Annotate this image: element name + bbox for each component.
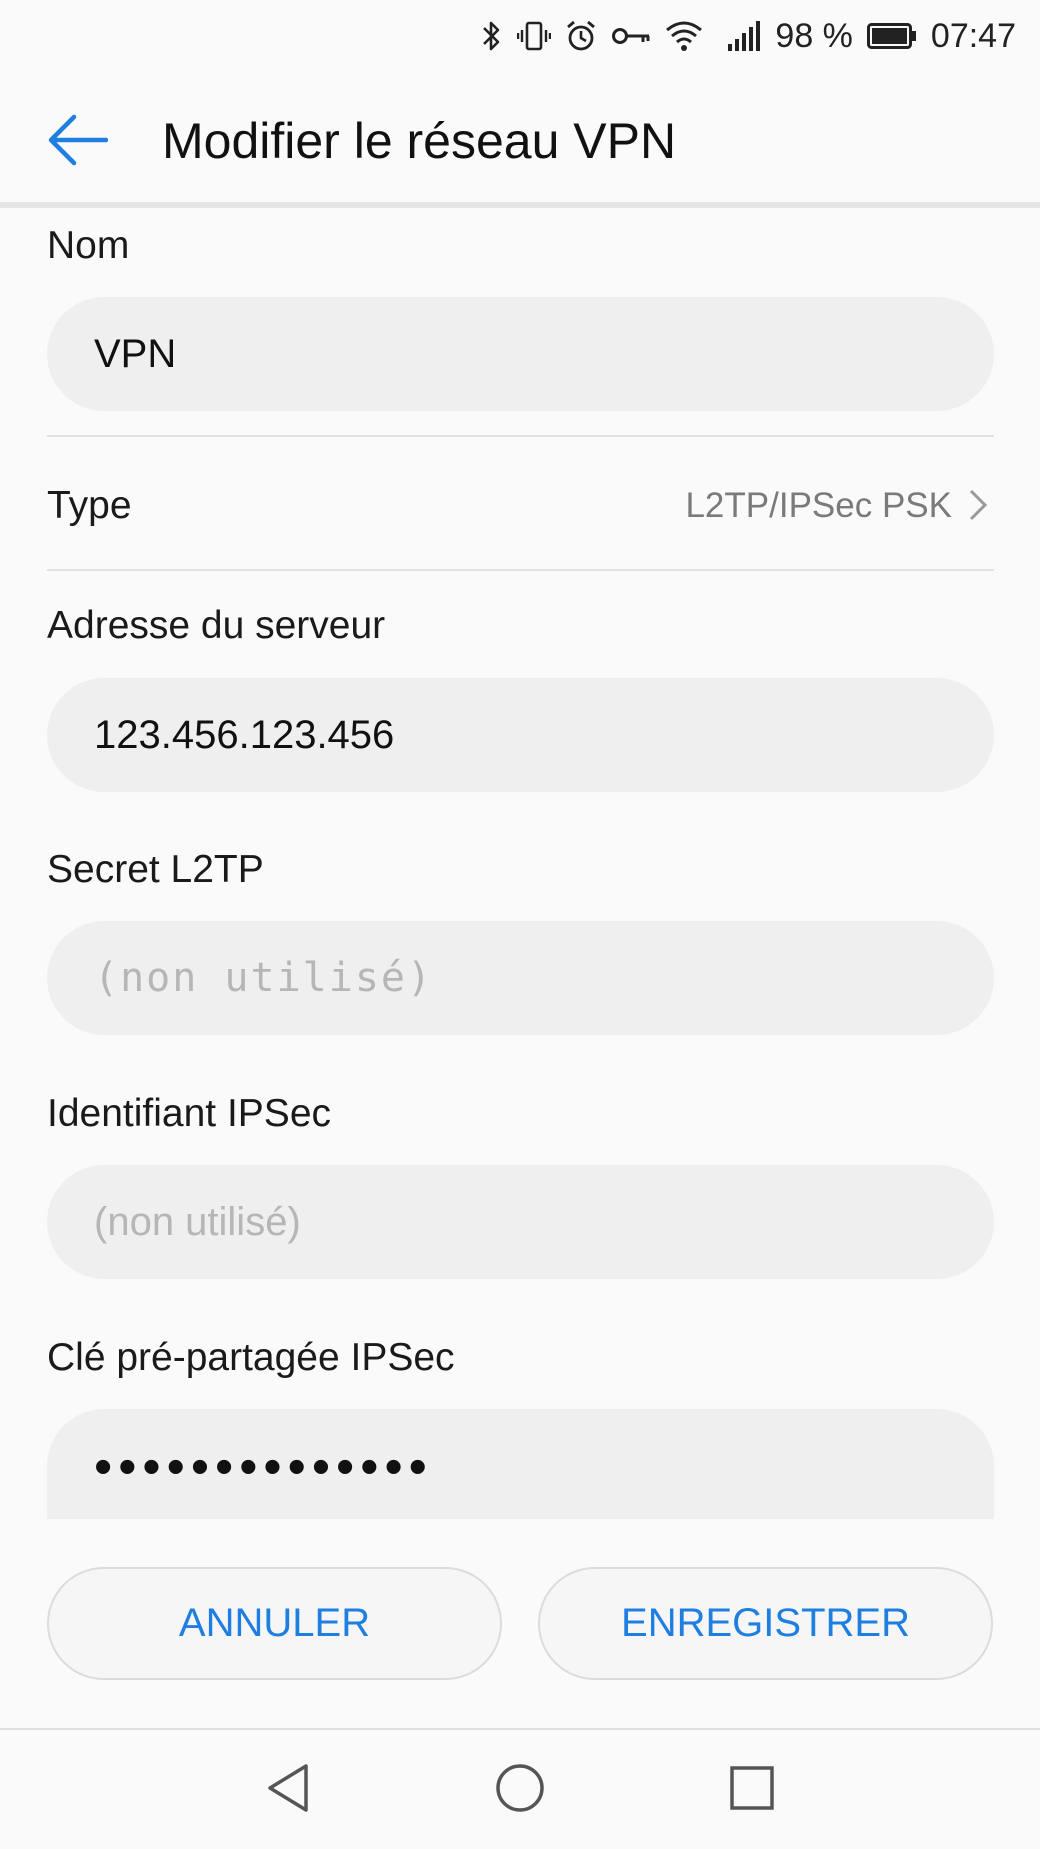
arrow-back-icon <box>48 114 109 171</box>
server-address-label: Adresse du serveur <box>47 604 386 647</box>
divider <box>47 435 994 437</box>
type-value: L2TP/IPSec PSK <box>685 486 952 525</box>
type-label: Type <box>47 484 132 527</box>
nav-home-button[interactable] <box>490 1760 550 1820</box>
nav-recents-button[interactable] <box>722 1760 782 1820</box>
clock: 07:47 <box>930 16 1016 55</box>
save-button[interactable]: ENREGISTRER <box>538 1567 993 1680</box>
app-bar: Modifier le réseau VPN <box>0 72 1040 202</box>
ipsec-psk-input[interactable]: •••••••••••••• <box>47 1409 994 1519</box>
l2tp-secret-label: Secret L2TP <box>47 848 264 891</box>
triangle-back-icon <box>264 1762 312 1819</box>
ipsec-identifier-input[interactable]: (non utilisé) <box>47 1165 994 1279</box>
square-recents-icon <box>728 1764 776 1817</box>
vibrate-icon <box>517 19 552 53</box>
navigation-bar <box>0 1730 1040 1849</box>
battery-icon <box>866 23 917 49</box>
bluetooth-icon <box>481 19 503 53</box>
ipsec-psk-label: Clé pré-partagée IPSec <box>47 1336 455 1379</box>
divider <box>47 569 994 571</box>
alarm-icon <box>565 19 597 53</box>
battery-percent: 98 % <box>775 16 853 55</box>
name-label: Nom <box>47 224 130 267</box>
type-selector[interactable]: Type L2TP/IPSec PSK <box>47 440 994 570</box>
l2tp-secret-input[interactable]: (non utilisé) <box>47 921 994 1035</box>
chevron-right-icon <box>968 488 988 527</box>
page-title: Modifier le réseau VPN <box>162 113 677 169</box>
app-bar-divider <box>0 202 1040 208</box>
name-input[interactable]: VPN <box>47 297 994 411</box>
cancel-button[interactable]: ANNULER <box>47 1567 502 1680</box>
wifi-icon <box>665 19 703 53</box>
nav-back-button[interactable] <box>258 1760 318 1820</box>
signal-icon <box>727 19 761 53</box>
vpn-key-icon <box>611 19 651 53</box>
ipsec-identifier-label: Identifiant IPSec <box>47 1092 332 1135</box>
status-bar: 98 % 07:47 <box>0 0 1040 72</box>
back-button[interactable] <box>38 102 118 182</box>
server-address-input[interactable]: 123.456.123.456 <box>47 678 994 792</box>
circle-home-icon <box>494 1762 546 1819</box>
